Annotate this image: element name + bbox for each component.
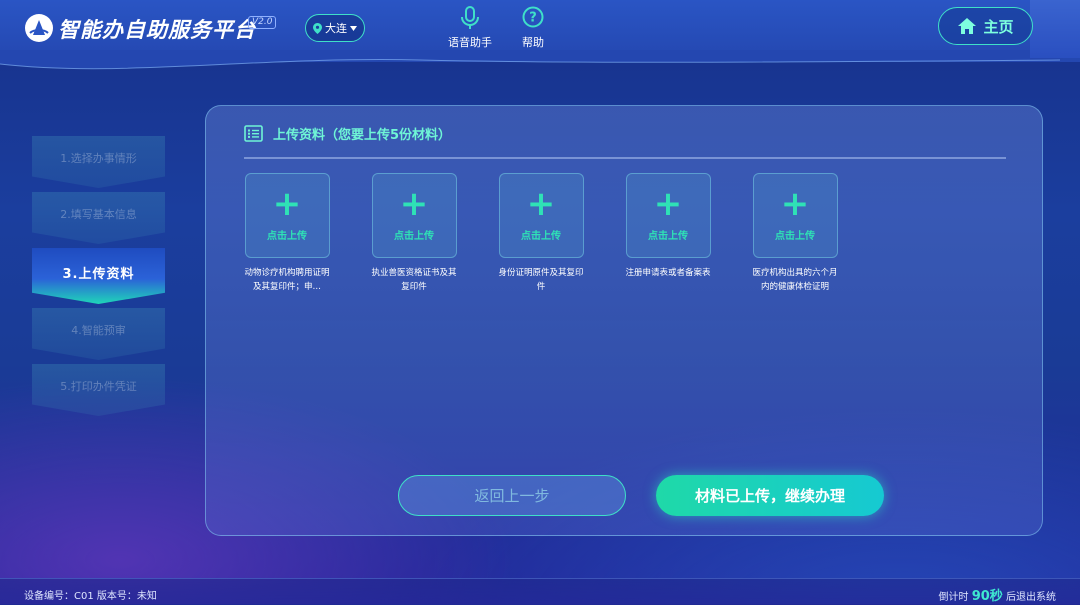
help-label: 帮助 (522, 36, 544, 49)
city-selector[interactable]: 大连 (305, 14, 365, 42)
upload-action-label: 点击上传 (394, 231, 434, 242)
chevron-down-icon (350, 25, 357, 31)
plus-icon: + (272, 184, 302, 224)
version-badge: V2.0 (248, 16, 277, 29)
plus-icon: + (399, 184, 429, 224)
document-item: + 点击上传 执业兽医资格证书及其复印件 (364, 173, 464, 294)
step-2: 2.填写基本信息 (32, 192, 165, 244)
microphone-icon (461, 6, 479, 29)
plus-icon: + (526, 184, 556, 224)
voice-assistant-button[interactable]: 语音助手 (440, 6, 500, 50)
help-icon: ? (522, 6, 544, 28)
step-label: 2.填写基本信息 (60, 208, 137, 221)
step-label: 4.智能预审 (71, 324, 126, 337)
document-label: 执业兽医资格证书及其复印件 (371, 268, 457, 292)
upload-action-label: 点击上传 (648, 231, 688, 242)
footer-bar: 设备编号：C01 版本号：未知 倒计时 90秒 后退出系统 (0, 578, 1080, 605)
upload-card[interactable]: + 点击上传 (625, 173, 711, 258)
countdown-value: 90秒 (971, 589, 1003, 604)
document-item: + 点击上传 身份证明原件及其复印件 (491, 173, 591, 294)
document-label: 动物诊疗机构聘用证明及其复印件；申… (244, 268, 330, 292)
step-label: 3.上传资料 (62, 266, 135, 282)
help-button[interactable]: ? 帮助 (503, 6, 563, 50)
svg-text:?: ? (529, 11, 537, 26)
upload-card[interactable]: + 点击上传 (752, 173, 838, 258)
voice-assistant-label: 语音助手 (448, 36, 492, 49)
upload-card[interactable]: + 点击上传 (244, 173, 330, 258)
step-3-active: 3.上传资料 (32, 248, 165, 304)
upload-card[interactable]: + 点击上传 (498, 173, 584, 258)
plus-icon: + (780, 184, 810, 224)
header-curve (0, 50, 1080, 70)
upload-title: 上传资料（您要上传5份材料） (273, 128, 452, 143)
countdown-suffix: 后退出系统 (1006, 592, 1056, 603)
upload-panel: 上传资料（您要上传5份材料） + 点击上传 动物诊疗机构聘用证明及其复印件；申…… (205, 105, 1043, 536)
city-label: 大连 (325, 22, 347, 35)
upload-action-label: 点击上传 (267, 231, 307, 242)
document-label: 身份证明原件及其复印件 (498, 268, 584, 292)
back-button[interactable]: 返回上一步 (398, 475, 626, 516)
plus-icon: + (653, 184, 683, 224)
home-label: 主页 (983, 17, 1014, 36)
header-edge (1030, 0, 1080, 58)
logo-icon (25, 14, 53, 42)
step-1: 1.选择办事情形 (32, 136, 165, 188)
device-info: 设备编号：C01 版本号：未知 (24, 591, 157, 602)
step-5: 5.打印办件凭证 (32, 364, 165, 416)
step-label: 5.打印办件凭证 (60, 380, 137, 393)
step-label: 1.选择办事情形 (60, 152, 137, 165)
upload-card[interactable]: + 点击上传 (371, 173, 457, 258)
document-item: + 点击上传 医疗机构出具的六个月内的健康体检证明 (745, 173, 845, 294)
step-4: 4.智能预审 (32, 308, 165, 360)
document-label: 注册申请表或者备案表 (625, 268, 711, 278)
upload-title-row: 上传资料（您要上传5份材料） (244, 124, 451, 143)
location-pin-icon (313, 22, 322, 34)
app-title: 智能办自助服务平台 (58, 18, 256, 42)
step-progress: 1.选择办事情形 2.填写基本信息 3.上传资料 4.智能预审 5.打印办件凭证 (32, 136, 165, 420)
document-item: + 点击上传 动物诊疗机构聘用证明及其复印件；申… (237, 173, 337, 294)
countdown-prefix: 倒计时 (938, 592, 969, 603)
list-icon (244, 125, 263, 142)
divider (244, 157, 1006, 159)
countdown: 倒计时 90秒 后退出系统 (939, 585, 1056, 604)
document-label: 医疗机构出具的六个月内的健康体检证明 (752, 268, 838, 292)
document-item: + 点击上传 注册申请表或者备案表 (618, 173, 718, 280)
home-icon (958, 18, 977, 34)
upload-action-label: 点击上传 (775, 231, 815, 242)
continue-button[interactable]: 材料已上传，继续办理 (656, 475, 884, 516)
home-button[interactable]: 主页 (938, 7, 1033, 45)
upload-action-label: 点击上传 (521, 231, 561, 242)
